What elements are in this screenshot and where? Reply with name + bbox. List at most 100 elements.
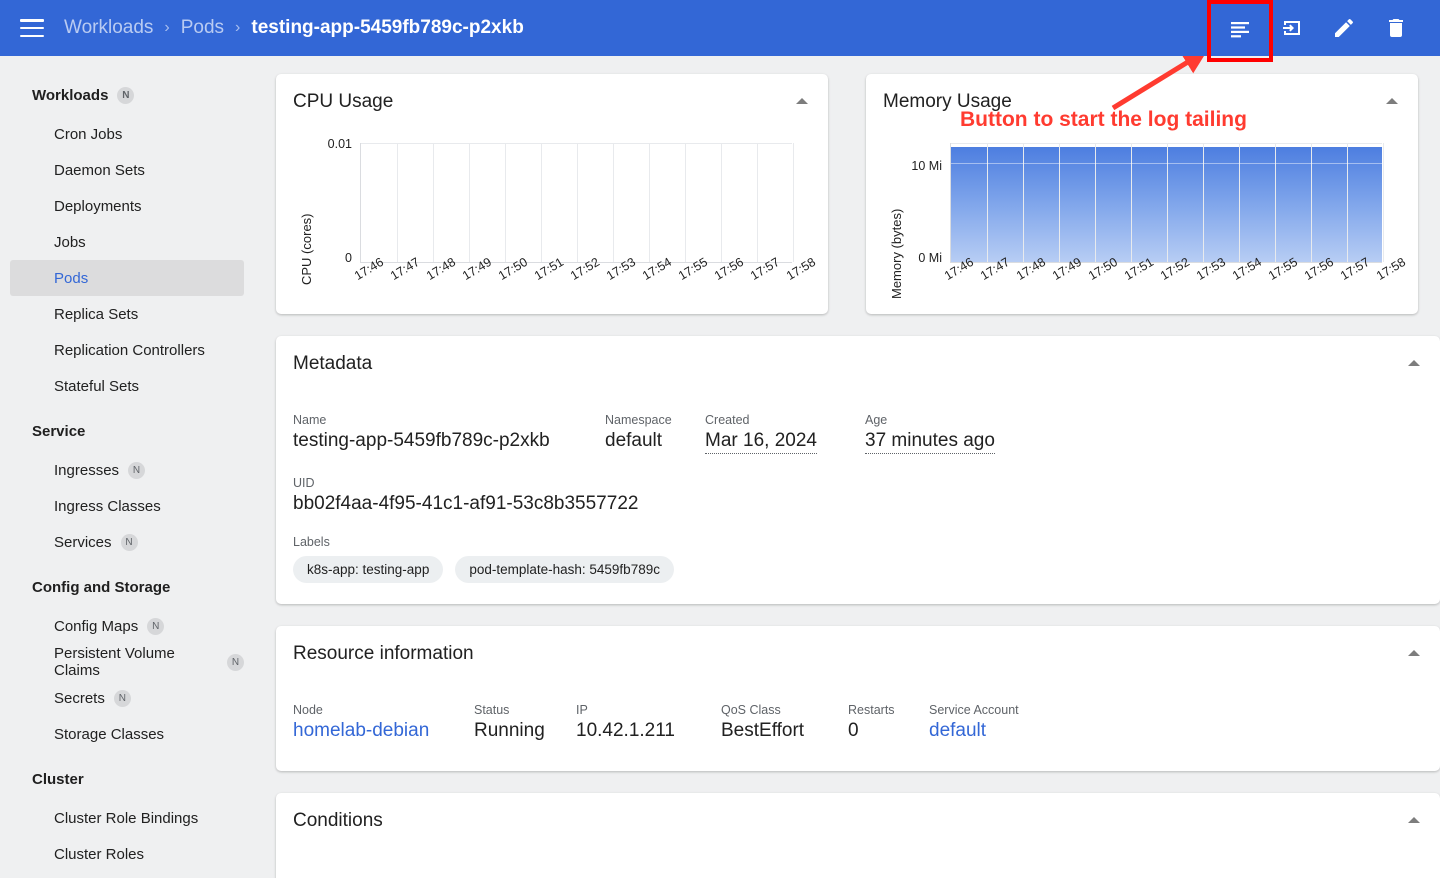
collapse-chevron-up-icon[interactable] <box>1408 817 1420 823</box>
logs-button[interactable] <box>1214 0 1266 56</box>
resource-field-service-account: Service Account default <box>929 703 1019 742</box>
sidebar-item-storage-classes[interactable]: Storage Classes <box>10 716 244 752</box>
sidebar-item-ingresses[interactable]: Ingresses N <box>10 452 244 488</box>
charts-row: CPU Usage CPU (cores) 0.01 0 17:46 17:47 1… <box>276 74 1418 314</box>
sidebar-item-stateful-sets[interactable]: Stateful Sets <box>10 368 244 404</box>
metadata-labels-label: Labels <box>293 535 330 549</box>
metadata-created-value[interactable]: Mar 16, 2024 <box>705 430 817 454</box>
sidebar-item-persistent-volume-claims[interactable]: Persistent Volume Claims N <box>10 644 244 680</box>
cpu-y-tick-max: 0.01 <box>327 137 352 151</box>
delete-button[interactable] <box>1370 0 1422 56</box>
cpu-usage-title: CPU Usage <box>293 91 394 112</box>
sidebar-item-cluster-roles[interactable]: Cluster Roles <box>10 836 244 872</box>
breadcrumb-item-current: testing-app-5459fb789c-p2xkb <box>251 17 524 38</box>
sidebar-item-ingress-classes[interactable]: Ingress Classes <box>10 488 244 524</box>
sidebar-item-pods[interactable]: Pods <box>10 260 244 296</box>
sidebar-item-cluster-role-bindings[interactable]: Cluster Role Bindings <box>10 800 244 836</box>
sidebar-item-label: Config Maps <box>54 617 139 635</box>
chart-gridline <box>1203 143 1204 262</box>
breadcrumb-separator: › <box>235 19 241 36</box>
resource-sa-value[interactable]: default <box>929 720 1019 742</box>
breadcrumb-item-pods[interactable]: Pods <box>181 17 224 39</box>
resource-information-card: Resource information Node homelab-debian… <box>276 626 1440 771</box>
collapse-chevron-up-icon[interactable] <box>796 98 808 104</box>
label-chip[interactable]: pod-template-hash: 5459fb789c <box>455 556 674 583</box>
memory-y-tick-10mi: 10 Mi <box>911 159 942 173</box>
sidebar-section-label: Workloads <box>32 86 109 104</box>
sidebar-item-deployments[interactable]: Deployments <box>10 188 244 224</box>
metadata-name-label: Name <box>293 413 327 427</box>
namespaced-badge: N <box>227 653 244 671</box>
edit-button[interactable] <box>1318 0 1370 56</box>
collapse-chevron-up-icon[interactable] <box>1408 650 1420 656</box>
collapse-chevron-up-icon[interactable] <box>1386 98 1398 104</box>
metadata-field-namespace: Namespace default <box>605 413 705 454</box>
chart-gridline <box>505 143 506 262</box>
hamburger-menu-icon[interactable] <box>20 19 44 37</box>
resource-restarts-value: 0 <box>848 720 859 741</box>
chart-gridline <box>793 143 794 262</box>
metadata-namespace-value: default <box>605 430 663 451</box>
resource-field-restarts: Restarts 0 <box>848 703 929 742</box>
metadata-uid-row: UID bb02f4aa-4f95-41c1-af91-53c8b3557722 <box>276 476 1440 515</box>
sidebar-section-workloads: Workloads N <box>0 80 256 110</box>
sidebar-item-label: Replica Sets <box>54 305 139 323</box>
resource-sa-label: Service Account <box>929 703 1019 717</box>
sidebar-item-label: Stateful Sets <box>54 377 140 395</box>
memory-usage-chart: Memory (bytes) 10 Mi 0 Mi 17:46 17:47 17:4… <box>866 113 1418 299</box>
chart-gridline <box>469 143 470 262</box>
resource-qos-label: QoS Class <box>721 703 781 717</box>
main-content: CPU Usage CPU (cores) 0.01 0 17:46 17:47 1… <box>256 56 1440 878</box>
sidebar-item-secrets[interactable]: Secrets N <box>10 680 244 716</box>
memory-usage-card: Memory Usage Memory (bytes) 10 Mi 0 Mi 1… <box>866 74 1418 314</box>
metadata-age-label: Age <box>865 413 888 427</box>
sidebar-item-jobs[interactable]: Jobs <box>10 224 244 260</box>
breadcrumb-item-workloads[interactable]: Workloads <box>64 17 153 39</box>
sidebar-item-services[interactable]: Services N <box>10 524 244 560</box>
top-action-buttons <box>1214 0 1440 56</box>
memory-y-tick-0mi: 0 Mi <box>918 251 942 265</box>
sidebar-section-service: Service <box>0 416 256 446</box>
chart-gridline <box>757 143 758 262</box>
cpu-usage-card: CPU Usage CPU (cores) 0.01 0 17:46 17:47 1… <box>276 74 828 314</box>
chart-gridline <box>951 143 1382 144</box>
resource-field-ip: IP 10.42.1.211 <box>576 703 721 742</box>
sidebar-item-daemon-sets[interactable]: Daemon Sets <box>10 152 244 188</box>
chart-gridline <box>1023 143 1024 262</box>
resource-node-value[interactable]: homelab-debian <box>293 720 474 742</box>
resource-information-title: Resource information <box>293 643 474 664</box>
metadata-age-value[interactable]: 37 minutes ago <box>865 430 995 454</box>
label-chip[interactable]: k8s-app: testing-app <box>293 556 444 583</box>
resource-restarts-label: Restarts <box>848 703 895 717</box>
metadata-created-label: Created <box>705 413 750 427</box>
sidebar-item-replication-controllers[interactable]: Replication Controllers <box>10 332 244 368</box>
sidebar-item-label: Cron Jobs <box>54 125 123 143</box>
namespaced-badge: N <box>147 617 165 635</box>
exec-terminal-icon <box>1280 16 1304 40</box>
sidebar-item-replica-sets[interactable]: Replica Sets <box>10 296 244 332</box>
chart-gridline <box>433 143 434 262</box>
top-app-bar: Workloads › Pods › testing-app-5459fb789… <box>0 0 1440 56</box>
chart-gridline <box>1347 143 1348 262</box>
sidebar-item-config-maps[interactable]: Config Maps N <box>10 608 244 644</box>
sidebar-item-label: Storage Classes <box>54 725 165 743</box>
sidebar-nav: Workloads N Cron Jobs Daemon Sets Deploy… <box>0 56 256 878</box>
collapse-chevron-up-icon[interactable] <box>1408 360 1420 366</box>
resource-ip-label: IP <box>576 703 588 717</box>
chart-gridline <box>721 143 722 262</box>
sidebar-item-label: Ingresses <box>54 461 120 479</box>
chart-gridline <box>1095 143 1096 262</box>
cpu-y-tick-min: 0 <box>345 251 352 265</box>
chart-gridline <box>1239 143 1240 262</box>
namespaced-badge: N <box>113 689 131 707</box>
sidebar-item-label: Services <box>54 533 112 551</box>
logs-icon <box>1228 16 1252 40</box>
sidebar-item-label: Replication Controllers <box>54 341 205 359</box>
memory-usage-title: Memory Usage <box>883 91 1012 112</box>
sidebar-section-config-and-storage: Config and Storage <box>0 572 256 602</box>
resource-status-label: Status <box>474 703 510 717</box>
sidebar-item-cron-jobs[interactable]: Cron Jobs <box>10 116 244 152</box>
exec-button[interactable] <box>1266 0 1318 56</box>
chart-gridline <box>987 143 988 262</box>
metadata-field-name: Name testing-app-5459fb789c-p2xkb <box>293 413 605 454</box>
